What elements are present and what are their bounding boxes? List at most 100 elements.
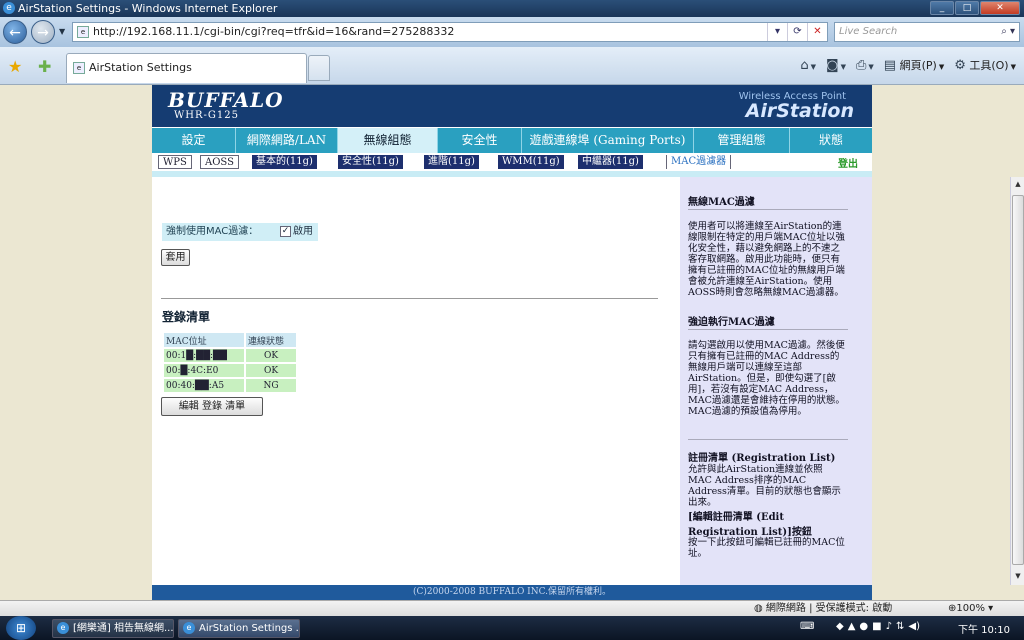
copyright-footer: (C)2000-2008 BUFFALO INC.保留所有權利。 — [152, 585, 872, 600]
scroll-down-icon[interactable]: ▼ — [1013, 571, 1023, 581]
maximize-button[interactable]: □ — [955, 1, 979, 15]
scroll-up-icon[interactable]: ▲ — [1013, 179, 1023, 189]
favorites-star-icon[interactable]: ★ — [8, 57, 22, 76]
minimize-button[interactable]: _ — [930, 1, 954, 15]
enable-checkbox[interactable]: ✓ — [280, 226, 291, 237]
windows-taskbar: ⊞ e [網樂通] 相告無線網... e AirStation Settings… — [0, 616, 1024, 640]
enforce-label: 強制使用MAC過濾： — [166, 226, 259, 237]
back-button[interactable]: ← — [3, 20, 27, 44]
help-text-mac-filter: 使用者可以將連線至AirStation的連線限制在特定的用戶端MAC位址以強化安… — [688, 221, 845, 298]
language-bar-icon[interactable]: ⌨ — [800, 621, 814, 632]
taskbar-item-label: [網樂通] 相告無線網... — [73, 623, 174, 634]
gear-icon: ⚙ — [954, 58, 966, 73]
search-icon[interactable]: ⌕ ▾ — [1001, 23, 1015, 41]
registration-list-title: 登錄清單 — [162, 310, 211, 324]
tab-internet-lan[interactable]: 網際網路/LAN — [236, 128, 338, 153]
forward-button[interactable]: → — [31, 20, 55, 44]
help-text-edit-button: 按一下此按鈕可編輯已註冊的MAC位址。 — [688, 537, 845, 559]
help-heading-edit-button: [編輯註冊清單 (Edit Registration List)]按鈕 — [688, 512, 812, 538]
help-heading-registration: 註冊清單 (Registration List) — [688, 453, 836, 464]
add-favorite-icon[interactable]: ✚ — [38, 57, 51, 76]
feeds-icon[interactable]: ◙ ▼ — [826, 58, 846, 73]
start-button[interactable]: ⊞ — [6, 616, 36, 640]
registration-table: MAC位址 連線狀態 00:1█:██:██ OK 00:█:4C:E0 OK … — [162, 331, 298, 394]
table-row: 00:█:4C:E0 OK — [164, 364, 296, 377]
close-button[interactable]: ✕ — [980, 1, 1020, 15]
recent-pages-dropdown-icon[interactable]: ▼ — [59, 27, 65, 36]
system-tray: ◆ ▲ ● ■ ♪ ⇅ ◀) — [836, 621, 920, 632]
enforce-mac-filter-row: 強制使用MAC過濾： ✓ 啟用 — [162, 223, 318, 241]
model-name: WHR-G125 — [174, 110, 239, 121]
help-heading-mac-filter: 無線MAC過濾 — [688, 197, 755, 208]
taskbar-clock[interactable]: 下午 10:10 — [958, 621, 1010, 636]
tab-wireless[interactable]: 無線組態 — [338, 128, 438, 153]
ie-icon: e — [57, 622, 69, 634]
ie-status-bar: ◍ 網際網路 | 受保護模式: 啟動 ⊕100% ▾ — [0, 600, 1024, 616]
subtab-mac-filter[interactable]: MAC過濾器 — [666, 155, 732, 169]
tray-icon[interactable]: ■ — [872, 621, 881, 632]
security-zone: ◍ 網際網路 | 受保護模式: 啟動 — [754, 601, 892, 616]
search-input[interactable]: Live Search ⌕ ▾ — [834, 22, 1020, 42]
tab-setup[interactable]: 設定 — [152, 128, 236, 153]
taskbar-item-1[interactable]: e [網樂通] 相告無線網... — [52, 619, 174, 638]
settings-panel: 強制使用MAC過濾： ✓ 啟用 套用 登錄清單 MAC位址 連線狀態 00:1█… — [152, 177, 680, 585]
apply-button[interactable]: 套用 — [161, 249, 190, 266]
zoom-level[interactable]: ⊕100% ▾ — [948, 601, 993, 616]
subtab-wireless-security[interactable]: 安全性(11g) — [338, 155, 403, 169]
page-icon: e — [77, 26, 89, 38]
volume-icon[interactable]: ◀) — [908, 621, 920, 632]
help-heading-enforce: 強迫執行MAC過濾 — [688, 317, 775, 328]
taskbar-item-label: AirStation Settings ... — [199, 623, 300, 634]
url-field[interactable]: e http://192.168.11.1/cgi-bin/cgi?req=tf… — [72, 22, 828, 42]
tab-label: AirStation Settings — [89, 61, 192, 74]
tray-icon[interactable]: ● — [859, 621, 868, 632]
page-menu-icon: ▤ — [883, 58, 897, 73]
ie-icon: e — [3, 2, 15, 14]
tray-icon[interactable]: ♪ — [886, 621, 892, 632]
product-logo: AirStation — [745, 100, 854, 122]
help-text-enforce: 請勾選啟用以使用MAC過濾。然後便只有擁有已註冊的MAC Address的無線用… — [688, 340, 845, 417]
scroll-thumb[interactable] — [1012, 195, 1024, 565]
subtab-repeater[interactable]: 中繼器(11g) — [578, 155, 643, 169]
sub-nav: WPS AOSS 基本的(11g) 安全性(11g) 進階(11g) WMM(1… — [152, 153, 872, 171]
tab-gaming-ports[interactable]: 遊戲連線埠 (Gaming Ports) — [522, 128, 694, 153]
network-icon[interactable]: ⇅ — [896, 621, 904, 632]
new-tab-button[interactable] — [308, 55, 330, 81]
stop-icon[interactable]: ✕ — [807, 23, 827, 41]
logout-link[interactable]: 登出 — [838, 155, 858, 170]
subtab-wps[interactable]: WPS — [158, 155, 192, 169]
subtab-basic[interactable]: 基本的(11g) — [252, 155, 317, 169]
help-scrollbar[interactable]: ▲ ▼ — [1010, 177, 1024, 585]
globe-icon: ◍ — [754, 603, 763, 614]
print-icon[interactable]: ⎙ ▼ — [856, 58, 874, 73]
table-row: 00:40:██:A5 NG — [164, 379, 296, 392]
tab-page-icon: e — [73, 62, 85, 74]
table-row: 00:1█:██:██ OK — [164, 349, 296, 362]
home-icon[interactable]: ⌂ ▼ — [800, 58, 816, 73]
tab-status[interactable]: 狀態 — [790, 128, 872, 153]
subtab-wmm[interactable]: WMM(11g) — [498, 155, 564, 169]
url-dropdown-icon[interactable]: ▾ — [767, 23, 787, 41]
tray-icon[interactable]: ▲ — [848, 621, 856, 632]
tools-menu[interactable]: ⚙ 工具(O) ▼ — [954, 57, 1016, 73]
column-header-status: 連線狀態 — [246, 333, 296, 347]
subtab-advanced[interactable]: 進階(11g) — [424, 155, 479, 169]
tab-airstation[interactable]: e AirStation Settings — [66, 53, 307, 83]
search-placeholder: Live Search — [839, 26, 898, 37]
subtab-aoss[interactable]: AOSS — [200, 155, 239, 169]
enable-checkbox-label: 啟用 — [293, 226, 313, 237]
router-page: BUFFALO WHR-G125 Wireless Access Point A… — [152, 85, 1024, 600]
buffalo-logo: BUFFALO — [168, 88, 284, 112]
help-text-registration: 允許與此AirStation連線並依照MAC Address排序的MAC Add… — [688, 464, 841, 508]
tray-icon[interactable]: ◆ — [836, 621, 844, 632]
status-cell: OK — [246, 364, 296, 377]
tab-admin[interactable]: 管理組態 — [694, 128, 790, 153]
address-bar: ← → ▼ e http://192.168.11.1/cgi-bin/cgi?… — [0, 17, 1024, 47]
refresh-icon[interactable]: ⟳ — [787, 23, 807, 41]
section-divider — [161, 298, 658, 299]
edit-registration-list-button[interactable]: 編輯 登錄 清單 — [161, 397, 263, 416]
tab-security[interactable]: 安全性 — [438, 128, 522, 153]
taskbar-item-2[interactable]: e AirStation Settings ... — [178, 619, 300, 638]
ie-icon: e — [183, 622, 195, 634]
page-menu[interactable]: ▤ 網頁(P) ▼ — [884, 57, 944, 73]
